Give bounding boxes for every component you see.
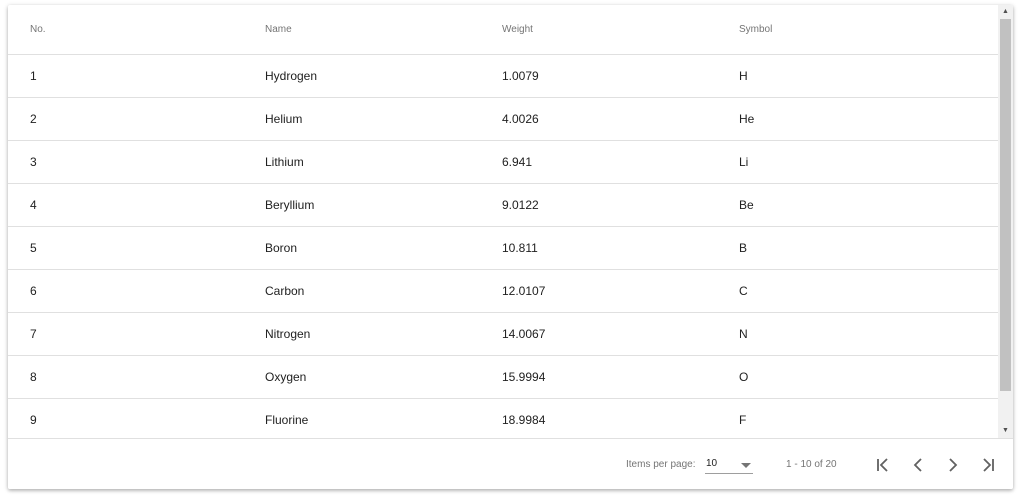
next-page-button[interactable] [940,452,966,478]
cell-weight: 15.9994 [502,370,546,384]
cell-symbol: O [739,370,749,384]
cell-symbol: C [739,284,748,298]
cell-no: 4 [30,198,37,212]
cell-no: 9 [30,413,37,427]
table-card: No. Name Weight Symbol 1 Hydrogen 1.0079… [8,5,1013,489]
cell-weight: 6.941 [502,155,533,169]
cell-name: Helium [265,112,303,126]
cell-weight: 10.811 [502,241,538,255]
chevron-left-icon [913,458,922,472]
first-page-button[interactable] [870,452,896,478]
column-header-name[interactable]: Name [265,5,292,54]
last-page-icon [983,458,994,472]
scroll-up-arrow-icon[interactable]: ▲ [998,5,1013,19]
items-per-page-label: Items per page: [626,459,696,470]
cell-name: Fluorine [265,413,309,427]
table-body: 1 Hydrogen 1.0079 H 2 Helium 4.0026 He 3… [8,55,998,438]
cell-weight: 9.0122 [502,198,539,212]
cell-no: 6 [30,284,37,298]
table-row[interactable]: 1 Hydrogen 1.0079 H [8,55,998,98]
cell-no: 1 [30,69,37,83]
cell-no: 3 [30,155,37,169]
table-row[interactable]: 5 Boron 10.811 B [8,227,998,270]
cell-no: 8 [30,370,37,384]
column-header-symbol[interactable]: Symbol [739,5,772,54]
table-row[interactable]: 9 Fluorine 18.9984 F [8,399,998,438]
column-header-no[interactable]: No. [30,5,46,54]
cell-weight: 1.0079 [502,69,539,83]
table-row[interactable]: 8 Oxygen 15.9994 O [8,356,998,399]
scrollbar-thumb[interactable] [1000,19,1011,391]
paginator: Items per page: 10 1 - 10 of 20 [8,438,1013,489]
page-size-select[interactable]: 10 [705,457,753,474]
range-label: 1 - 10 of 20 [786,459,837,470]
last-page-button[interactable] [975,452,1001,478]
first-page-icon [877,458,888,472]
cell-name: Hydrogen [265,69,318,83]
table-scroll-area[interactable]: No. Name Weight Symbol 1 Hydrogen 1.0079… [8,5,998,438]
table-row[interactable]: 2 Helium 4.0026 He [8,98,998,141]
column-header-weight[interactable]: Weight [502,5,533,54]
chevron-right-icon [949,458,958,472]
cell-weight: 12.0107 [502,284,546,298]
cell-name: Beryllium [265,198,315,212]
cell-weight: 4.0026 [502,112,539,126]
table-row[interactable]: 7 Nitrogen 14.0067 N [8,313,998,356]
table-row[interactable]: 6 Carbon 12.0107 C [8,270,998,313]
cell-symbol: F [739,413,747,427]
vertical-scrollbar[interactable]: ▲ ▼ [998,5,1013,438]
cell-symbol: B [739,241,748,255]
cell-weight: 14.0067 [502,327,546,341]
cell-name: Oxygen [265,370,307,384]
cell-name: Lithium [265,155,304,169]
cell-no: 2 [30,112,37,126]
dropdown-arrow-icon [741,463,751,468]
cell-symbol: Li [739,155,749,169]
cell-name: Boron [265,241,298,255]
previous-page-button[interactable] [905,452,931,478]
table-row[interactable]: 4 Beryllium 9.0122 Be [8,184,998,227]
table-row[interactable]: 3 Lithium 6.941 Li [8,141,998,184]
cell-symbol: N [739,327,748,341]
page-size-value: 10 [706,458,718,469]
cell-name: Carbon [265,284,305,298]
cell-symbol: He [739,112,755,126]
cell-no: 7 [30,327,37,341]
cell-no: 5 [30,241,37,255]
table-header-row: No. Name Weight Symbol [8,5,998,55]
cell-name: Nitrogen [265,327,311,341]
scroll-down-arrow-icon[interactable]: ▼ [998,424,1013,438]
cell-symbol: H [739,69,748,83]
cell-weight: 18.9984 [502,413,546,427]
cell-symbol: Be [739,198,754,212]
